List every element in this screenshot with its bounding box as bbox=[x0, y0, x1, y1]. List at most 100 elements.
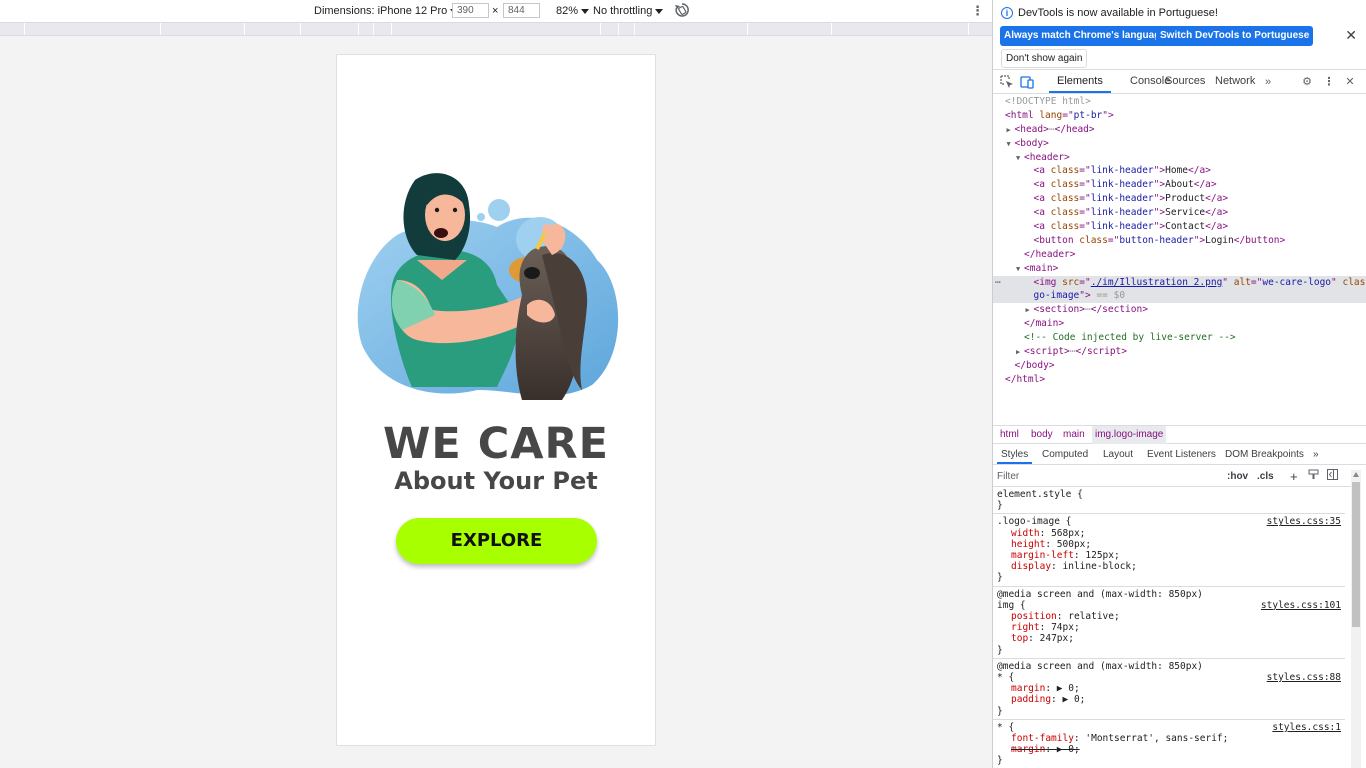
info-icon: i bbox=[1001, 7, 1013, 19]
zoom-dropdown[interactable]: 82% bbox=[556, 3, 590, 19]
hover-state-toggle[interactable]: :hov bbox=[1227, 469, 1248, 484]
tab-sources[interactable]: Sources bbox=[1157, 70, 1213, 93]
expand-arrow-icon: ▶ bbox=[1016, 348, 1021, 357]
dom-node-line[interactable]: ▶ <script>⋯</script> bbox=[993, 345, 1366, 359]
woman-with-dog-illustration bbox=[357, 173, 619, 400]
style-rule[interactable]: * {styles.css:1 font-family: 'Montserrat'… bbox=[993, 720, 1345, 768]
more-tabs-icon[interactable]: » bbox=[1261, 75, 1275, 89]
close-icon[interactable]: ✕ bbox=[1345, 27, 1357, 44]
dom-tree[interactable]: <!DOCTYPE html> <html lang="pt-br"> ▶ <head… bbox=[993, 95, 1366, 425]
more-tabs-icon[interactable]: » bbox=[1309, 445, 1323, 464]
devtools-panel: i DevTools is now available in Portugues… bbox=[992, 0, 1366, 768]
media-query-ruler[interactable] bbox=[0, 22, 992, 36]
dom-node-line[interactable]: ▼ <main> bbox=[993, 262, 1366, 276]
dom-node-line[interactable]: <a class="link-header">Product</a> bbox=[993, 192, 1366, 206]
style-property: display: inline-block; bbox=[1011, 561, 1137, 573]
style-rule[interactable]: .logo-image {styles.css:35 width: 568px; h… bbox=[993, 514, 1345, 587]
style-property: padding: ▶ 0; bbox=[1011, 694, 1086, 706]
dom-node-line[interactable]: <a class="link-header">Service</a> bbox=[993, 206, 1366, 220]
style-property: margin-left: 125px; bbox=[1011, 550, 1120, 562]
styles-filter-input[interactable]: Filter bbox=[997, 469, 1197, 484]
style-rule[interactable]: @media screen and (max-width: 850px) img … bbox=[993, 587, 1345, 659]
style-property: font-family: 'Montserrat', sans-serif; bbox=[1011, 733, 1229, 745]
gear-icon[interactable]: ⚙ bbox=[1300, 75, 1314, 89]
rotate-icon[interactable] bbox=[674, 2, 690, 18]
node-actions-icon: ⋯ bbox=[995, 276, 1001, 288]
dom-node-line[interactable]: ▼ <header> bbox=[993, 151, 1366, 165]
expand-arrow-icon: ▶ bbox=[1025, 306, 1030, 315]
dom-node-line[interactable]: <!-- Code injected by live-server --> bbox=[993, 331, 1366, 345]
dom-node-line[interactable]: <html lang="pt-br"> bbox=[993, 109, 1366, 123]
tab-network[interactable]: Network bbox=[1207, 70, 1263, 93]
dom-node-line[interactable]: ▼ <body> bbox=[993, 137, 1366, 151]
styles-pane[interactable]: element.style {} .logo-image {styles.css:… bbox=[993, 487, 1345, 768]
style-property: width: 568px; bbox=[1011, 527, 1086, 539]
breadcrumb: html body main img.logo-image bbox=[993, 425, 1366, 444]
dom-node-line[interactable]: </main> bbox=[993, 317, 1366, 331]
dom-node-line[interactable]: </header> bbox=[993, 248, 1366, 262]
expand-arrow-icon: ▼ bbox=[1016, 264, 1021, 273]
breadcrumb-main[interactable]: main bbox=[1060, 426, 1088, 444]
language-infobar: i DevTools is now available in Portugues… bbox=[993, 0, 1366, 70]
dom-node-line[interactable]: </body> bbox=[993, 359, 1366, 373]
dom-node-line[interactable]: ▶ <head>⋯</head> bbox=[993, 123, 1366, 137]
zoom-label: 82% bbox=[556, 5, 579, 17]
expand-arrow-icon: ▼ bbox=[1006, 139, 1011, 148]
style-property: position: relative; bbox=[1011, 611, 1120, 623]
style-property: height: 500px; bbox=[1011, 538, 1092, 550]
dom-node-line[interactable]: ▶ <section>⋯</section> bbox=[993, 303, 1366, 317]
switch-language-button[interactable]: Switch DevTools to Portuguese bbox=[1156, 26, 1314, 46]
device-dimensions-label: Dimensions: iPhone 12 Pro bbox=[314, 5, 448, 17]
add-rule-icon[interactable]: + bbox=[1290, 469, 1298, 484]
tab-dom-breakpoints[interactable]: DOM Breakpoints bbox=[1221, 445, 1308, 464]
breadcrumb-body[interactable]: body bbox=[1028, 426, 1056, 444]
dont-show-again-button[interactable]: Don't show again bbox=[1001, 49, 1088, 68]
styles-tabbar: Styles Computed Layout Event Listeners D… bbox=[993, 445, 1366, 465]
dom-node-line[interactable]: <button class="button-header">Login</but… bbox=[993, 234, 1366, 248]
dom-node-line[interactable]: <!DOCTYPE html> bbox=[993, 95, 1366, 109]
breadcrumb-img[interactable]: img.logo-image bbox=[1092, 426, 1167, 444]
inspect-element-icon[interactable] bbox=[1000, 75, 1014, 89]
expand-arrow-icon: ▼ bbox=[1016, 153, 1021, 162]
breadcrumb-html[interactable]: html bbox=[997, 426, 1022, 444]
more-vertical-icon[interactable]: ⋮ bbox=[971, 3, 984, 19]
phone-screen: WE CARE About Your Pet EXPLORE bbox=[336, 54, 656, 746]
style-property: right: 74px; bbox=[1011, 622, 1080, 634]
throttling-dropdown[interactable]: No throttling bbox=[593, 3, 664, 19]
source-link: styles.css:35 bbox=[1266, 516, 1341, 528]
more-vertical-icon[interactable]: ⋮ bbox=[1322, 75, 1336, 89]
dom-node-line[interactable]: <a class="link-header">About</a> bbox=[993, 178, 1366, 192]
dimension-separator: × bbox=[492, 5, 499, 17]
tab-layout[interactable]: Layout bbox=[1099, 445, 1137, 464]
styles-filter-bar: Filter :hov .cls + bbox=[993, 466, 1353, 487]
dom-node-line[interactable]: ⋯ <img src="./im/Illustration 2.png" alt=… bbox=[993, 275, 1366, 290]
dom-node-line[interactable]: <a class="link-header">Contact</a> bbox=[993, 220, 1366, 234]
device-toolbar: Dimensions: iPhone 12 Pro 390 × 844 82% … bbox=[0, 0, 992, 22]
dom-node-line[interactable]: go-image"> == $0 bbox=[993, 289, 1366, 304]
tab-event-listeners[interactable]: Event Listeners bbox=[1143, 445, 1220, 464]
chevron-down-icon bbox=[655, 8, 664, 14]
tab-computed[interactable]: Computed bbox=[1038, 445, 1092, 464]
dom-node-line[interactable]: </html> bbox=[993, 373, 1366, 387]
width-input[interactable]: 390 bbox=[452, 3, 489, 18]
class-toggle[interactable]: .cls bbox=[1257, 469, 1274, 484]
always-match-language-button[interactable]: Always match Chrome's language bbox=[1000, 26, 1170, 46]
paint-brush-icon[interactable] bbox=[1308, 469, 1319, 484]
styles-scrollbar[interactable] bbox=[1351, 470, 1361, 768]
hero-title: WE CARE bbox=[382, 419, 610, 469]
device-dimensions-dropdown[interactable]: Dimensions: iPhone 12 Pro bbox=[314, 3, 459, 19]
source-link: styles.css:88 bbox=[1266, 671, 1341, 683]
style-property: margin: ▶ 0; bbox=[1011, 683, 1080, 695]
tab-styles[interactable]: Styles bbox=[997, 445, 1033, 464]
explore-button[interactable]: EXPLORE bbox=[396, 518, 597, 564]
style-property: top: 247px; bbox=[1011, 633, 1074, 645]
device-toolbar-icon[interactable] bbox=[1020, 75, 1034, 89]
close-icon[interactable]: ✕ bbox=[1343, 75, 1357, 89]
throttling-label: No throttling bbox=[593, 5, 653, 17]
style-rule[interactable]: @media screen and (max-width: 850px) * {s… bbox=[993, 659, 1345, 720]
height-input[interactable]: 844 bbox=[503, 3, 540, 18]
style-rule[interactable]: element.style {} bbox=[993, 487, 1345, 515]
tab-elements[interactable]: Elements bbox=[1049, 70, 1111, 93]
sidebar-toggle-icon[interactable] bbox=[1327, 469, 1338, 484]
dom-node-line[interactable]: <a class="link-header">Home</a> bbox=[993, 164, 1366, 178]
